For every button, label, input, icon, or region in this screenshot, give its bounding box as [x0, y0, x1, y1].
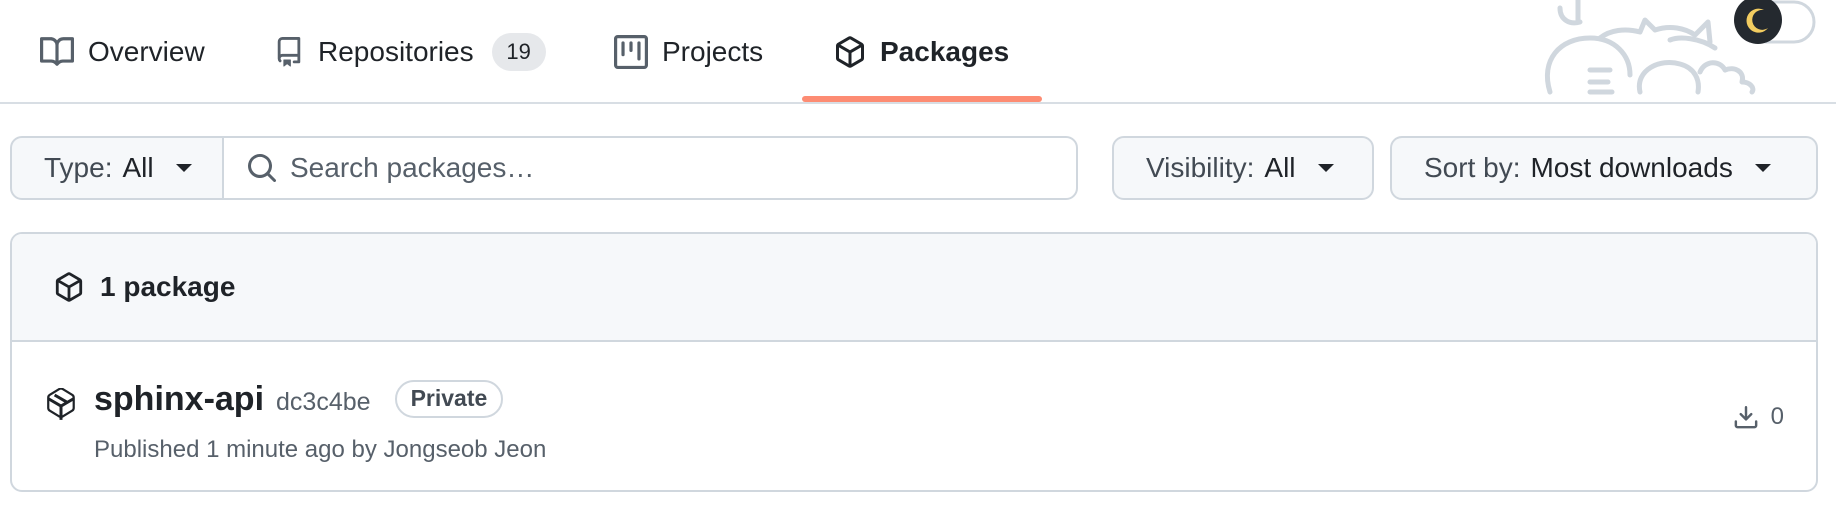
package-list: 1 package sphinx-api dc3c4be Private Pub… [10, 232, 1818, 492]
package-published-meta: Published 1 minute ago by Jongseob Jeon [94, 436, 547, 463]
download-count-value: 0 [1770, 403, 1784, 430]
type-filter-prefix: Type: [44, 152, 113, 183]
theme-toggle[interactable] [1728, 0, 1818, 46]
repo-icon [274, 35, 304, 69]
package-count: 1 package [100, 271, 236, 302]
visibility-filter-value: All [1264, 152, 1296, 183]
tab-label: Overview [88, 36, 205, 67]
caret-down-icon [1754, 164, 1771, 172]
type-filter-button[interactable]: Type: All [10, 136, 224, 200]
tab-label: Repositories [318, 36, 474, 67]
package-name-link[interactable]: sphinx-api [94, 380, 264, 419]
profile-tab-nav: Overview Repositories 19 Projects Packag… [0, 0, 1836, 104]
search-input[interactable] [288, 151, 1068, 185]
package-version-hash: dc3c4be [276, 388, 371, 416]
sort-prefix: Sort by: [1424, 152, 1521, 183]
repo-count-badge: 19 [491, 33, 546, 71]
visibility-filter-prefix: Visibility: [1146, 152, 1255, 183]
search-icon [246, 152, 278, 184]
tab-label: Projects [662, 36, 764, 67]
tab-repositories[interactable]: Repositories 19 [274, 0, 546, 104]
package-search[interactable] [222, 136, 1078, 200]
download-icon [1733, 402, 1759, 432]
selected-tab-indicator [802, 96, 1042, 102]
tab-overview[interactable]: Overview [40, 0, 205, 104]
list-item: sphinx-api dc3c4be Private Published 1 m… [12, 342, 1816, 490]
package-icon [834, 35, 866, 69]
package-icon [54, 271, 84, 303]
project-icon [614, 35, 648, 69]
caret-down-icon [175, 164, 192, 172]
package-list-header: 1 package [12, 234, 1816, 342]
download-count: 0 [1733, 402, 1784, 432]
tab-projects[interactable]: Projects [614, 0, 763, 104]
book-icon [40, 35, 74, 69]
tab-label: Packages [880, 36, 1010, 67]
caret-down-icon [1317, 164, 1334, 172]
container-package-icon [44, 387, 78, 427]
visibility-badge: Private [394, 379, 504, 418]
sort-button[interactable]: Sort by: Most downloads [1390, 136, 1818, 200]
sort-value: Most downloads [1530, 152, 1733, 183]
type-filter-value: All [122, 152, 154, 183]
tab-packages[interactable]: Packages [834, 0, 1009, 104]
visibility-filter-button[interactable]: Visibility: All [1112, 136, 1374, 200]
